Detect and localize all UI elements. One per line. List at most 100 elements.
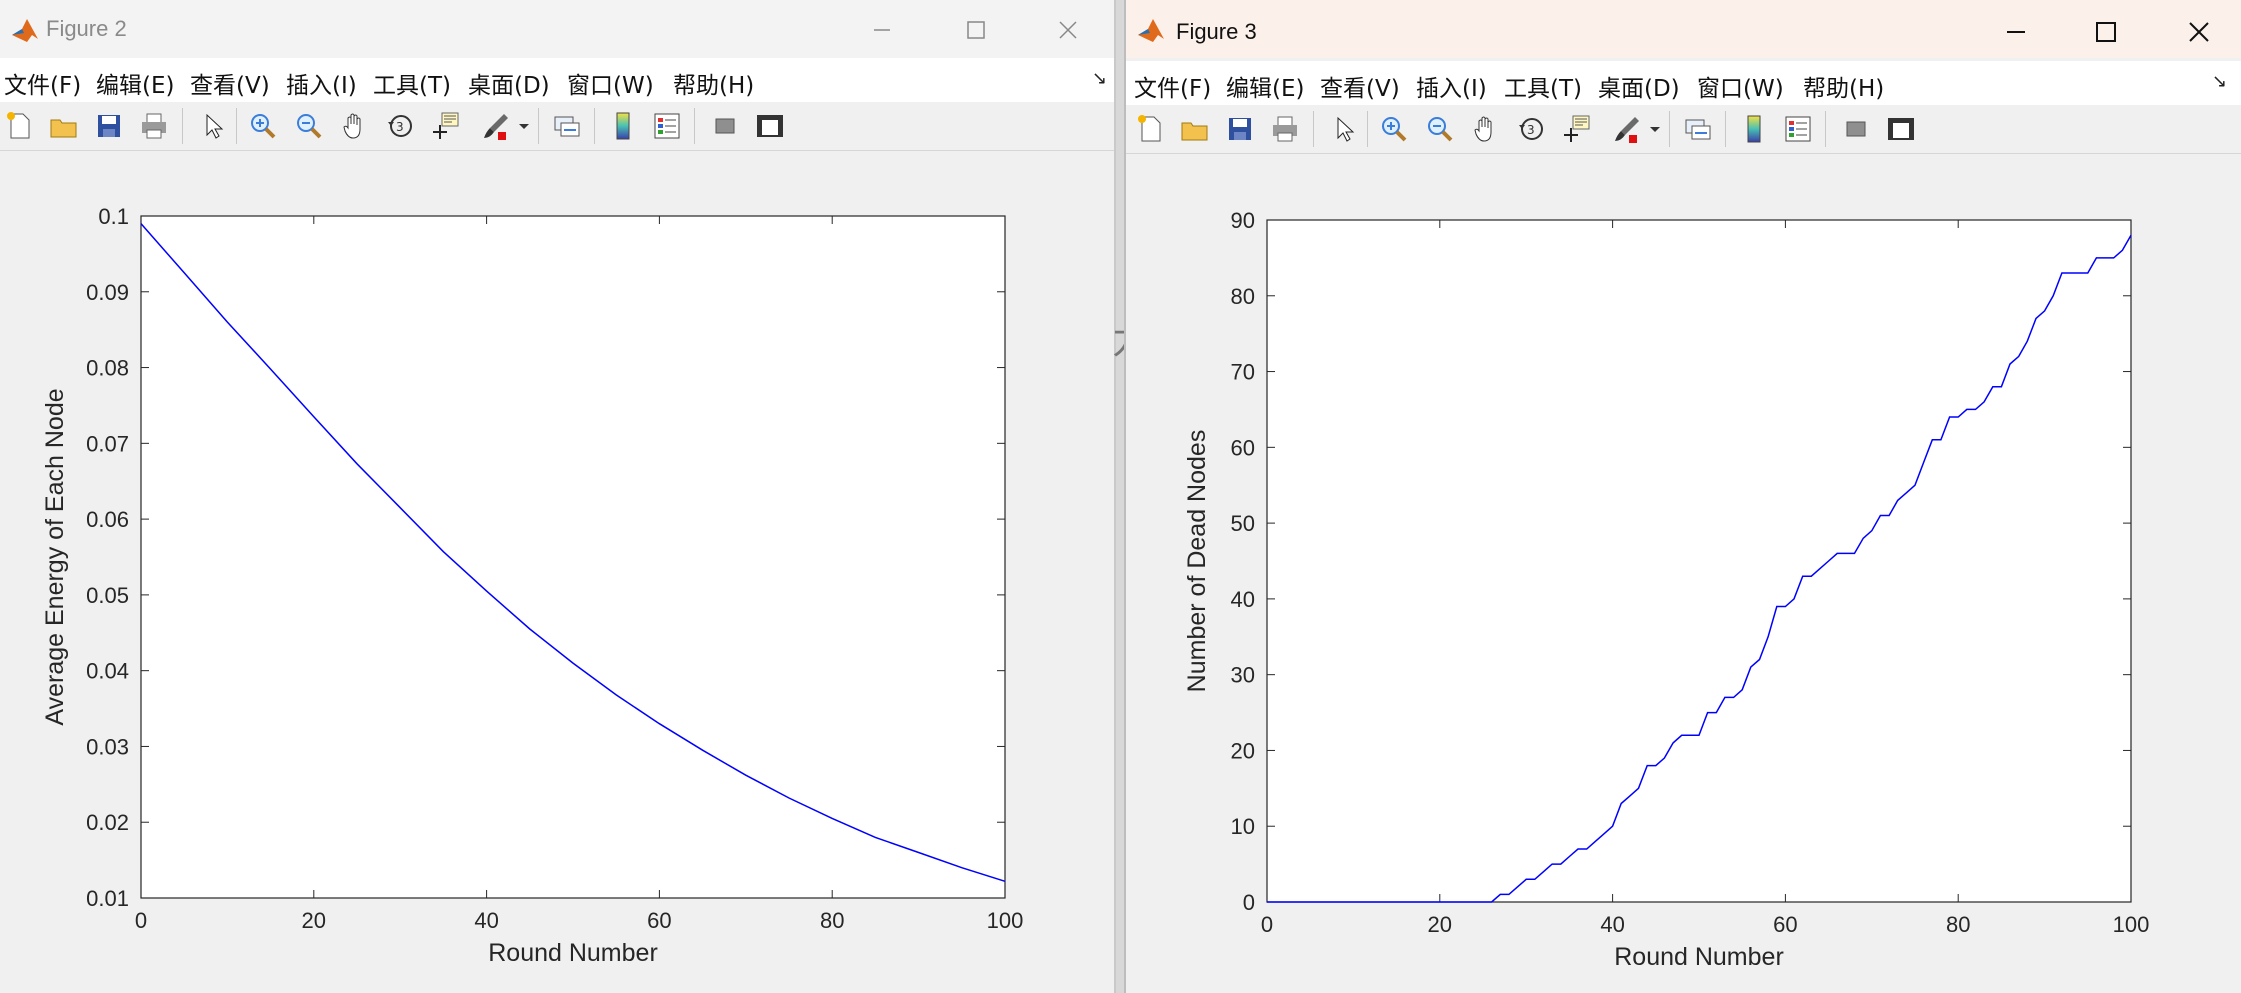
menu-view[interactable]: 查看(V) <box>1320 69 1400 103</box>
close-button[interactable] <box>2179 12 2219 52</box>
close-icon <box>2189 22 2209 42</box>
dead-nodes-chart: 0 20 40 60 80 100 0 10 20 30 40 50 60 70 80 90 Round Num… <box>1183 208 2149 971</box>
y-tick-label: 0.03 <box>86 734 129 759</box>
energy-chart: 0 20 40 60 80 100 0.01 0.02 0.03 0.04 0.05 0.06 0.07… <box>41 204 1024 967</box>
menu-desktop[interactable]: 桌面(D) <box>468 66 550 100</box>
open-file-icon[interactable] <box>1179 113 1211 145</box>
print-icon[interactable] <box>1269 113 1301 145</box>
x-tick-label: 80 <box>820 908 844 933</box>
y-tick-label: 0.01 <box>86 886 129 911</box>
select-pointer-icon[interactable] <box>197 110 229 142</box>
toolbar-separator <box>182 108 183 144</box>
menu-view[interactable]: 查看(V) <box>190 66 270 100</box>
link-plot-icon[interactable] <box>551 110 583 142</box>
title-bar[interactable]: Figure 3 <box>1126 0 2241 58</box>
menu-overflow-arrow[interactable]: ↘ <box>1092 68 1107 89</box>
brush-icon[interactable] <box>1611 113 1643 145</box>
plot-area <box>1266 219 2132 903</box>
pan-hand-icon[interactable] <box>1470 113 1502 145</box>
y-tick-label: 0.08 <box>86 356 129 381</box>
insert-legend-icon[interactable] <box>651 110 683 142</box>
link-plot-icon[interactable] <box>1682 113 1714 145</box>
close-icon <box>1059 21 1077 39</box>
y-tick-label: 30 <box>1231 663 1255 688</box>
save-icon[interactable] <box>93 110 125 142</box>
menu-window[interactable]: 窗口(W) <box>567 66 654 100</box>
data-cursor-icon[interactable] <box>430 110 462 142</box>
figure-toolbar: 3 <box>1126 105 2241 154</box>
toolbar-separator <box>538 108 539 144</box>
y-tick-label: 70 <box>1231 360 1255 385</box>
menu-edit[interactable]: 编辑(E) <box>96 66 174 100</box>
menu-window[interactable]: 窗口(W) <box>1697 69 1784 103</box>
menu-file[interactable]: 文件(F) <box>4 66 81 100</box>
menu-help[interactable]: 帮助(H) <box>1803 69 1884 103</box>
figure-2-window: Figure 2 文件(F) 编辑(E) 查看(V) 插入(I) 工具(T) 桌… <box>0 0 1116 993</box>
menu-insert[interactable]: 插入(I) <box>1416 69 1487 103</box>
menu-help[interactable]: 帮助(H) <box>673 66 754 100</box>
print-icon[interactable] <box>138 110 170 142</box>
insert-colorbar-icon[interactable] <box>607 110 639 142</box>
hide-plot-tools-icon[interactable] <box>1840 113 1872 145</box>
minimize-button[interactable] <box>1996 12 2036 52</box>
rotate-3d-icon[interactable]: 3 <box>385 110 417 142</box>
menu-tools[interactable]: 工具(T) <box>373 66 451 100</box>
x-axis-label: Round Number <box>1614 943 1784 971</box>
new-figure-icon[interactable] <box>1134 113 1166 145</box>
minimize-button[interactable] <box>862 10 902 50</box>
x-tick-label: 100 <box>987 908 1024 933</box>
plot-area <box>140 215 1006 899</box>
menu-overflow-arrow[interactable]: ↘ <box>2212 71 2227 92</box>
y-tick-label: 0 <box>1243 890 1255 915</box>
menu-file[interactable]: 文件(F) <box>1134 69 1211 103</box>
y-tick-label: 0.02 <box>86 810 129 835</box>
zoom-out-icon[interactable] <box>293 110 325 142</box>
save-icon[interactable] <box>1224 113 1256 145</box>
x-tick-label: 40 <box>474 908 498 933</box>
x-tick-label: 80 <box>1946 912 1970 937</box>
maximize-button[interactable] <box>2086 12 2126 52</box>
brush-dropdown-icon[interactable] <box>1647 113 1663 145</box>
maximize-button[interactable] <box>956 10 996 50</box>
insert-colorbar-icon[interactable] <box>1738 113 1770 145</box>
y-tick-label: 10 <box>1231 814 1255 839</box>
zoom-in-icon[interactable] <box>1378 113 1410 145</box>
menu-tools[interactable]: 工具(T) <box>1504 69 1582 103</box>
new-figure-icon[interactable] <box>3 110 35 142</box>
select-pointer-icon[interactable] <box>1328 113 1360 145</box>
show-plot-tools-icon[interactable] <box>754 110 786 142</box>
x-tick-label: 60 <box>1773 912 1797 937</box>
brush-dropdown-icon[interactable] <box>516 110 532 142</box>
y-tick-label: 20 <box>1231 738 1255 763</box>
menu-edit[interactable]: 编辑(E) <box>1226 69 1304 103</box>
y-axis-label: Average Energy of Each Node <box>41 388 69 725</box>
close-button[interactable] <box>1048 10 1088 50</box>
menu-insert[interactable]: 插入(I) <box>286 66 357 100</box>
hide-plot-tools-icon[interactable] <box>709 110 741 142</box>
title-bar[interactable]: Figure 2 <box>0 0 1114 58</box>
data-cursor-icon[interactable] <box>1561 113 1593 145</box>
zoom-out-icon[interactable] <box>1424 113 1456 145</box>
minimize-icon <box>874 29 890 31</box>
x-tick-label: 40 <box>1600 912 1624 937</box>
y-tick-label: 40 <box>1231 587 1255 612</box>
toolbar-separator <box>594 108 595 144</box>
rotate-3d-icon[interactable]: 3 <box>1516 113 1548 145</box>
menu-bar: 文件(F) 编辑(E) 查看(V) 插入(I) 工具(T) 桌面(D) 窗口(W… <box>0 58 1114 102</box>
minimize-icon <box>2007 31 2025 33</box>
open-file-icon[interactable] <box>48 110 80 142</box>
zoom-in-icon[interactable] <box>247 110 279 142</box>
toolbar-separator <box>1825 111 1826 147</box>
y-tick-label: 0.05 <box>86 583 129 608</box>
pan-hand-icon[interactable] <box>339 110 371 142</box>
insert-legend-icon[interactable] <box>1782 113 1814 145</box>
y-tick-label: 0.09 <box>86 280 129 305</box>
toolbar-separator <box>1313 111 1314 147</box>
brush-icon[interactable] <box>480 110 512 142</box>
menu-desktop[interactable]: 桌面(D) <box>1598 69 1680 103</box>
window-title: Figure 3 <box>1176 19 1257 44</box>
maximize-icon <box>2096 22 2116 42</box>
show-plot-tools-icon[interactable] <box>1885 113 1917 145</box>
matlab-logo-icon <box>12 19 38 42</box>
x-tick-label: 20 <box>302 908 326 933</box>
